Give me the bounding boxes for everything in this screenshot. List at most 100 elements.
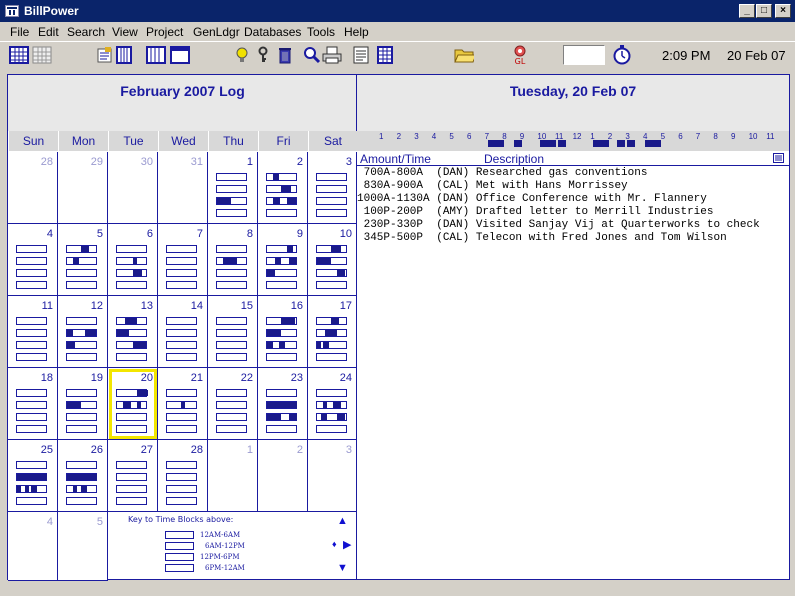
menu-genldgr[interactable]: GenLdgr <box>193 25 240 39</box>
day-cell[interactable]: 1 <box>208 152 258 224</box>
time-block-bar <box>166 317 197 325</box>
time-block-bar <box>116 245 147 253</box>
day-cell[interactable]: 29 <box>58 152 108 224</box>
month-view-icon[interactable] <box>146 45 166 65</box>
day-cell[interactable]: 7 <box>158 224 208 296</box>
day-cell[interactable]: 16 <box>258 296 308 368</box>
day-cell[interactable]: 13 <box>108 296 158 368</box>
time-entry-row[interactable]: 830A-900A (CAL) Met with Hans Morrissey <box>357 180 628 193</box>
day-cell[interactable]: 21 <box>158 368 208 440</box>
day-cell[interactable]: 9 <box>258 224 308 296</box>
day-cell[interactable]: 2 <box>258 152 308 224</box>
day-cell[interactable]: 5 <box>58 224 108 296</box>
day-number: 28 <box>190 444 203 456</box>
day-cell[interactable]: 26 <box>58 440 108 512</box>
menu-databases[interactable]: Databases <box>244 25 301 39</box>
general-ledger-icon[interactable]: GL <box>510 43 530 67</box>
print-icon[interactable] <box>322 45 342 65</box>
time-entry-row[interactable]: 1000A-1130A (DAN) Office Conference with… <box>357 193 707 206</box>
day-cell[interactable]: 6 <box>108 224 158 296</box>
day-cell[interactable]: 20 <box>108 368 158 440</box>
time-block-bar <box>116 425 147 433</box>
trash-icon[interactable] <box>275 45 295 65</box>
menu-search[interactable]: Search <box>67 25 105 39</box>
search-icon[interactable] <box>302 45 322 65</box>
notes-icon[interactable] <box>95 45 115 65</box>
document-icon[interactable] <box>351 45 371 65</box>
day-cell[interactable]: 24 <box>308 368 357 440</box>
entry-initials: (DAN) <box>436 219 476 231</box>
time-block-segment <box>67 342 75 348</box>
day-cell[interactable]: 11 <box>8 296 58 368</box>
calendar-grid-icon[interactable] <box>9 45 29 65</box>
day-number: 19 <box>90 372 103 384</box>
time-block-bar <box>66 341 97 349</box>
day-cell[interactable]: 4 <box>8 224 58 296</box>
description-header[interactable]: Description <box>484 152 544 166</box>
menu-file[interactable]: File <box>10 25 29 39</box>
day-cell[interactable]: 8 <box>208 224 258 296</box>
menu-project[interactable]: Project <box>146 25 183 39</box>
day-cell[interactable]: 2 <box>258 440 308 512</box>
close-button[interactable]: × <box>775 4 791 18</box>
day-cell[interactable]: 3 <box>308 440 357 512</box>
day-cell[interactable]: 19 <box>58 368 108 440</box>
week-view-icon[interactable] <box>114 45 134 65</box>
day-number: 26 <box>90 444 103 456</box>
day-cell[interactable]: 22 <box>208 368 258 440</box>
menu-view[interactable]: View <box>112 25 138 39</box>
window-view-icon[interactable] <box>170 45 190 65</box>
time-entry-row[interactable]: 230P-330P (DAN) Visited Sanjay Vij at Qu… <box>357 219 760 232</box>
day-cell[interactable]: 12 <box>58 296 108 368</box>
stopwatch-icon[interactable] <box>612 45 632 65</box>
time-block-bar <box>316 329 347 337</box>
scroll-right-arrow[interactable]: ▶ <box>343 538 351 551</box>
day-cell[interactable]: 30 <box>108 152 158 224</box>
time-block-bar <box>266 257 297 265</box>
menu-tools[interactable]: Tools <box>307 25 335 39</box>
day-cell[interactable]: 17 <box>308 296 357 368</box>
amount-time-header[interactable]: Amount/Time <box>360 152 431 166</box>
scroll-up-arrow[interactable]: ▲ <box>337 515 348 527</box>
day-cell[interactable]: 4 <box>8 512 58 581</box>
day-cell[interactable]: 18 <box>8 368 58 440</box>
day-cell[interactable]: 10 <box>308 224 357 296</box>
day-cell[interactable]: 1 <box>208 440 258 512</box>
day-cell[interactable]: 28 <box>158 440 208 512</box>
menu-help[interactable]: Help <box>344 25 369 39</box>
time-block-bar <box>316 197 347 205</box>
day-cell[interactable]: 27 <box>108 440 158 512</box>
time-block-bar <box>16 317 47 325</box>
time-block-bar <box>266 185 297 193</box>
calendar-grey-icon[interactable] <box>32 45 52 65</box>
day-cell[interactable]: 23 <box>258 368 308 440</box>
day-cell[interactable]: 31 <box>158 152 208 224</box>
step-arrow[interactable]: ♦ <box>332 539 337 549</box>
lightbulb-icon[interactable] <box>232 45 252 65</box>
hour-label: 8 <box>713 132 718 141</box>
folder-open-icon[interactable] <box>454 45 474 65</box>
day-cell[interactable]: 5 <box>58 512 108 581</box>
minimize-button[interactable]: _ <box>739 4 755 18</box>
day-cell[interactable]: 15 <box>208 296 258 368</box>
day-cell[interactable]: 25 <box>8 440 58 512</box>
day-cell[interactable]: 3 <box>308 152 357 224</box>
spreadsheet-icon[interactable] <box>375 45 395 65</box>
list-options-icon[interactable] <box>773 153 784 163</box>
weekday-sat: Sat <box>308 131 357 151</box>
time-entry-row[interactable]: 700A-800A (DAN) Researched gas conventio… <box>357 167 648 180</box>
key-icon[interactable] <box>253 45 273 65</box>
time-block-bar <box>216 329 247 337</box>
day-cell[interactable]: 28 <box>8 152 58 224</box>
clock-input[interactable] <box>563 45 605 65</box>
day-number: 6 <box>146 228 153 240</box>
time-entry-row[interactable]: 100P-200P (AMY) Drafted letter to Merril… <box>357 206 714 219</box>
time-block-bar <box>66 329 97 337</box>
day-cell[interactable]: 14 <box>158 296 208 368</box>
time-entry-row[interactable]: 345P-500P (CAL) Telecon with Fred Jones … <box>357 232 727 245</box>
day-number: 22 <box>240 372 253 384</box>
scroll-down-arrow[interactable]: ▼ <box>337 562 348 574</box>
menu-edit[interactable]: Edit <box>38 25 59 39</box>
time-block-segment <box>25 486 29 492</box>
maximize-button[interactable]: □ <box>756 4 772 18</box>
